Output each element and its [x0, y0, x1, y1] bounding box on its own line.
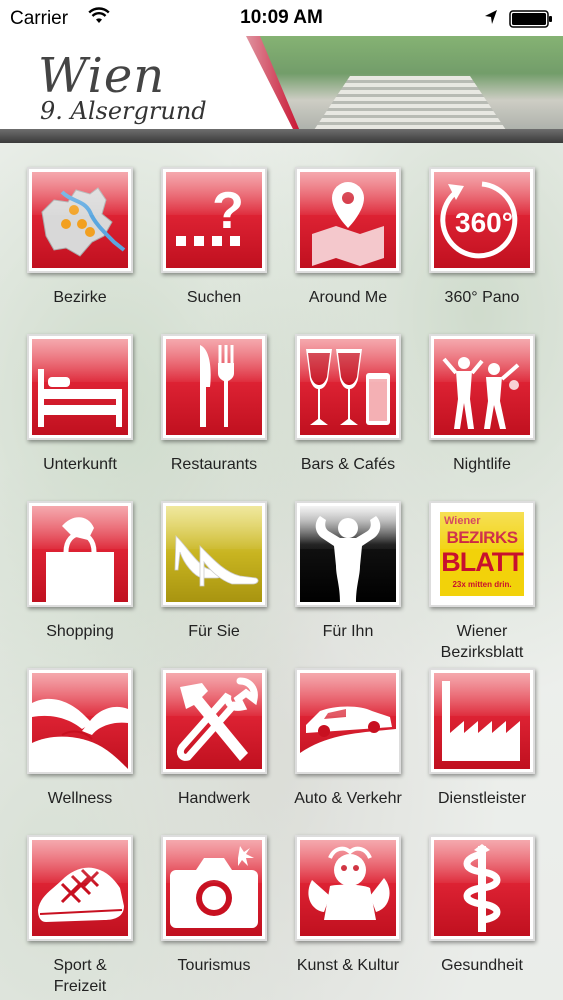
- bed-icon: [38, 369, 122, 427]
- tile-label: Dienstleister: [437, 790, 527, 807]
- tile-label: Nightlife: [453, 456, 511, 473]
- tile-label: Für Sie: [188, 623, 240, 640]
- hammer-wrench-icon: [176, 677, 258, 761]
- knife-fork-icon: [200, 345, 234, 427]
- map-pin-icon: [312, 182, 384, 266]
- tile-label: Restaurants: [170, 456, 258, 473]
- tile-label: Wellness: [47, 790, 113, 807]
- shopping-bag-icon: [46, 517, 114, 602]
- logo-tagline: 23x mitten drin.: [452, 580, 512, 589]
- tile-label: Handwerk: [177, 790, 251, 807]
- tile-label: Für Ihn: [322, 623, 374, 640]
- search-question-icon: ?: [176, 182, 244, 246]
- location-arrow-icon: [485, 10, 497, 24]
- aesculapius-icon: [463, 844, 501, 932]
- bezirksblatt-logo: Wiener BEZIRKS BLATT 23x mitten drin.: [440, 512, 524, 596]
- page-subtitle: 9. Alsergrund: [40, 97, 207, 125]
- tile-label: Bezirke: [53, 289, 107, 306]
- tile-label: Gesundheit: [441, 957, 523, 974]
- factory-icon: [442, 681, 520, 761]
- svg-text:?: ?: [212, 182, 244, 240]
- tile-label: Suchen: [186, 289, 242, 306]
- menu-grid: Bezirke ? Suchen Around Me 360° 360° Pan…: [0, 143, 563, 1000]
- tile-label: Shopping: [46, 623, 114, 640]
- tile-label: Tourismus: [177, 957, 251, 974]
- drinks-icon: [306, 349, 390, 425]
- tile-label: 360° Pano: [444, 289, 520, 306]
- dancers-icon: [442, 357, 520, 429]
- cherub-icon: [308, 846, 390, 920]
- tile-label: Kunst & Kultur: [296, 957, 400, 974]
- logo-top-text: Wiener: [444, 515, 481, 527]
- tile-label: Around Me: [308, 289, 388, 306]
- district-map-icon: [41, 187, 126, 257]
- massage-icon: [32, 698, 128, 769]
- tile-label: Wiener Bezirksblatt: [440, 623, 524, 661]
- camera-icon: [170, 846, 258, 928]
- tile-label: Unterkunft: [43, 456, 117, 473]
- high-heels-icon: [174, 535, 259, 587]
- status-bar: Carrier 10:09 AM: [0, 0, 563, 36]
- logo-line1: BEZIRKS: [446, 528, 518, 547]
- muscle-man-icon: [315, 516, 381, 602]
- page-title: Wien: [38, 48, 166, 104]
- sneaker-icon: [38, 867, 124, 922]
- header-banner: Wien 9. Alsergrund: [0, 36, 563, 143]
- svg-text:360°: 360°: [455, 207, 513, 238]
- tile-label: Auto & Verkehr: [294, 790, 402, 807]
- header-bottom-bar: [0, 129, 563, 143]
- car-icon: [300, 706, 396, 769]
- 360-rotate-icon: 360°: [440, 181, 518, 259]
- tile-label: Sport & Freizeit: [53, 957, 107, 995]
- logo-line2: BLATT: [441, 547, 523, 577]
- tile-label: Bars & Cafés: [300, 456, 396, 473]
- battery-icon: [509, 10, 552, 28]
- clock: 10:09 AM: [240, 7, 323, 28]
